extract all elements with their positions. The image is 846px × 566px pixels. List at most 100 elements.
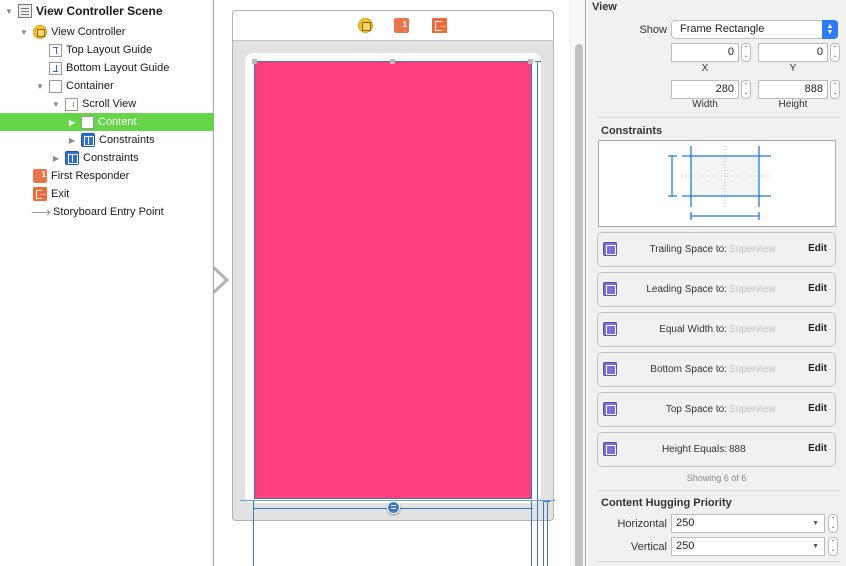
disclosure-expanded-icon[interactable]: ▼: [4, 6, 14, 16]
outline-item-exit[interactable]: Exit: [0, 185, 214, 203]
constraint-label: Top Space to:: [665, 404, 727, 415]
outline-item-top-layout-guide[interactable]: Top Layout Guide: [0, 41, 214, 59]
outline-item-storyboard-entry-point[interactable]: ⟶ Storyboard Entry Point: [0, 203, 214, 221]
edit-button[interactable]: Edit: [808, 243, 827, 254]
constraint-row-leading-space[interactable]: Leading Space to: Superview Edit: [597, 272, 836, 307]
disclosure-collapsed-icon[interactable]: ▶: [67, 117, 77, 127]
show-popup[interactable]: Frame Rectangle ▲ ▼: [671, 20, 838, 39]
section-divider: [597, 561, 840, 562]
vertical-priority-combo[interactable]: 250 ▼: [671, 537, 825, 556]
constraint-line: [547, 501, 548, 566]
height-constraint-line[interactable]: [537, 61, 538, 566]
resize-handle[interactable]: [528, 59, 533, 64]
constraint-row-height-equals[interactable]: Height Equals: 888 Edit: [597, 432, 836, 467]
content-view-selected[interactable]: [254, 61, 532, 499]
constraint-row-bottom-space[interactable]: Bottom Space to: Superview Edit: [597, 352, 836, 387]
height-icon: [603, 442, 617, 456]
constraints-icon: [81, 133, 95, 147]
disclosure-collapsed-icon[interactable]: ▶: [51, 153, 61, 163]
edit-button[interactable]: Edit: [808, 283, 827, 294]
disclosure-collapsed-icon[interactable]: ▶: [67, 135, 77, 145]
constraint-line: [543, 500, 544, 566]
x-stepper[interactable]: ⌃ ⌄: [741, 43, 751, 62]
constraint-row-equal-width[interactable]: Equal Width to: Superview Edit: [597, 312, 836, 347]
scroll-view-icon: [65, 97, 78, 111]
constraint-label: Equal Width to:: [659, 324, 727, 335]
width-stepper[interactable]: ⌃ ⌄: [741, 80, 751, 99]
outline-item-content[interactable]: ▶ Content: [0, 113, 214, 131]
outline-item-label: Scroll View: [82, 98, 137, 110]
dropdown-arrow-icon[interactable]: ▼: [812, 543, 819, 550]
content-hugging-title: Content Hugging Priority: [601, 497, 732, 509]
width-label: Width: [692, 99, 718, 110]
outline-item-label: First Responder: [51, 170, 130, 182]
scene-dock: [233, 11, 553, 41]
disclosure-expanded-icon[interactable]: ▼: [51, 99, 61, 109]
constraint-target: Superview: [729, 284, 776, 295]
constraint-target: Superview: [729, 244, 776, 255]
outline-item-first-responder[interactable]: First Responder: [0, 167, 214, 185]
scene-icon: [18, 4, 32, 18]
outline-item-view-controller-scene[interactable]: ▼ View Controller Scene: [0, 2, 214, 20]
top-space-icon: [603, 402, 617, 416]
canvas-vertical-scrollbar[interactable]: [570, 0, 586, 566]
first-responder-icon[interactable]: [394, 18, 409, 33]
view-section-title: View: [592, 1, 617, 13]
height-label: Height: [778, 99, 808, 110]
view-icon: [49, 79, 62, 93]
storyboard-canvas[interactable]: [211, 0, 570, 566]
constraint-line: [253, 500, 254, 566]
outline-item-container[interactable]: ▼ Container: [0, 77, 214, 95]
y-field[interactable]: 0: [758, 43, 828, 62]
constraint-target: Superview: [729, 324, 776, 335]
vertical-priority-stepper[interactable]: ⌃ ⌄: [828, 537, 838, 556]
edit-button[interactable]: Edit: [808, 323, 827, 334]
exit-icon[interactable]: [432, 18, 447, 33]
view-controller-icon: [33, 25, 47, 39]
constraints-diagram[interactable]: [598, 140, 836, 227]
horizontal-priority-stepper[interactable]: ⌃ ⌄: [828, 514, 838, 533]
height-field[interactable]: 888: [758, 80, 828, 99]
height-stepper[interactable]: ⌃ ⌄: [830, 80, 840, 99]
leading-space-icon: [603, 282, 617, 296]
y-label: Y: [789, 63, 797, 74]
outline-item-label: Exit: [51, 188, 70, 200]
top-layout-guide-icon: [49, 43, 62, 57]
edit-button[interactable]: Edit: [808, 443, 827, 454]
disclosure-expanded-icon[interactable]: ▼: [19, 27, 29, 37]
x-field[interactable]: 0: [671, 43, 739, 62]
exit-icon: [33, 187, 47, 201]
constraint-row-trailing-space[interactable]: Trailing Space to: Superview Edit: [597, 232, 836, 267]
bottom-guide-line: [240, 500, 555, 501]
dropdown-arrow-icon[interactable]: ▼: [812, 520, 819, 527]
outline-item-view-controller[interactable]: ▼ View Controller: [0, 23, 214, 41]
view-controller-icon[interactable]: [358, 18, 373, 33]
size-inspector: View Show Frame Rectangle ▲ ▼ 0 ⌃ ⌄ X 0 ⌃ ⌄…: [587, 0, 846, 566]
document-outline: ▼ View Controller Scene ▼ View Controlle…: [0, 0, 214, 566]
scrollbar-thumb[interactable]: [575, 44, 583, 566]
horizontal-priority-value: 250: [676, 517, 695, 529]
outline-item-content-constraints[interactable]: ▶ Constraints: [0, 131, 214, 149]
x-label: X: [701, 63, 709, 74]
show-label: Show: [639, 24, 667, 36]
constraint-label: Bottom Space to:: [650, 364, 727, 375]
edit-button[interactable]: Edit: [808, 403, 827, 414]
constraint-row-top-space[interactable]: Top Space to: Superview Edit: [597, 392, 836, 427]
horizontal-priority-combo[interactable]: 250 ▼: [671, 514, 825, 533]
outline-item-bottom-layout-guide[interactable]: Bottom Layout Guide: [0, 59, 214, 77]
horizontal-label: Horizontal: [617, 518, 667, 530]
constraint-equal-icon[interactable]: [387, 501, 400, 514]
y-stepper[interactable]: ⌃ ⌄: [830, 43, 840, 62]
disclosure-expanded-icon[interactable]: ▼: [35, 81, 45, 91]
constraint-line-cap: [535, 61, 541, 62]
outline-item-scroll-view[interactable]: ▼ Scroll View: [0, 95, 214, 113]
width-field[interactable]: 280: [671, 80, 739, 99]
storyboard-entry-arrow-icon[interactable]: [211, 265, 231, 295]
resize-handle[interactable]: [390, 59, 395, 64]
vertical-priority-value: 250: [676, 540, 695, 552]
bottom-layout-guide-icon: [49, 61, 62, 75]
resize-handle[interactable]: [252, 59, 257, 64]
edit-button[interactable]: Edit: [808, 363, 827, 374]
outline-item-container-constraints[interactable]: ▶ Constraints: [0, 149, 214, 167]
constraint-line: [531, 500, 532, 566]
